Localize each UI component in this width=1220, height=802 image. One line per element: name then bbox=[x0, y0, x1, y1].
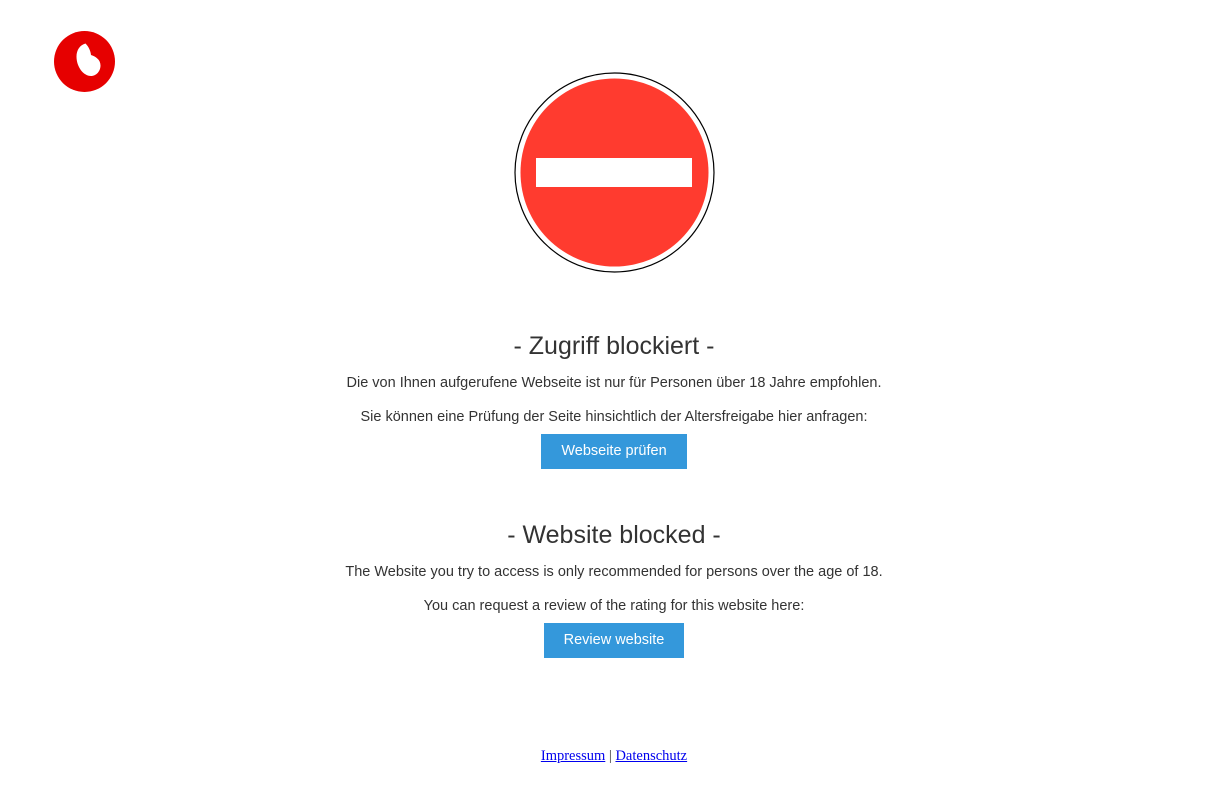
english-request-text: You can request a review of the rating f… bbox=[423, 598, 805, 614]
english-notice: - Website blocked - The Website you try … bbox=[0, 519, 1220, 658]
impressum-link[interactable]: Impressum bbox=[541, 748, 605, 764]
check-website-button[interactable]: Webseite prüfen bbox=[541, 434, 687, 469]
english-title: - Website blocked - bbox=[507, 521, 721, 549]
vodafone-logo-icon bbox=[54, 31, 115, 92]
english-message: The Website you try to access is only re… bbox=[345, 564, 883, 580]
german-notice: - Zugriff blockiert - Die von Ihnen aufg… bbox=[0, 330, 1220, 469]
review-website-button[interactable]: Review website bbox=[543, 623, 685, 658]
german-title: - Zugriff blockiert - bbox=[513, 332, 715, 360]
german-request-text: Sie können eine Prüfung der Seite hinsic… bbox=[360, 409, 868, 425]
footer-links: Impressum | Datenschutz bbox=[0, 748, 1220, 765]
no-entry-sign-icon bbox=[514, 72, 715, 273]
german-message: Die von Ihnen aufgerufene Webseite ist n… bbox=[346, 375, 882, 391]
datenschutz-link[interactable]: Datenschutz bbox=[615, 748, 687, 764]
footer-separator: | bbox=[608, 748, 612, 764]
